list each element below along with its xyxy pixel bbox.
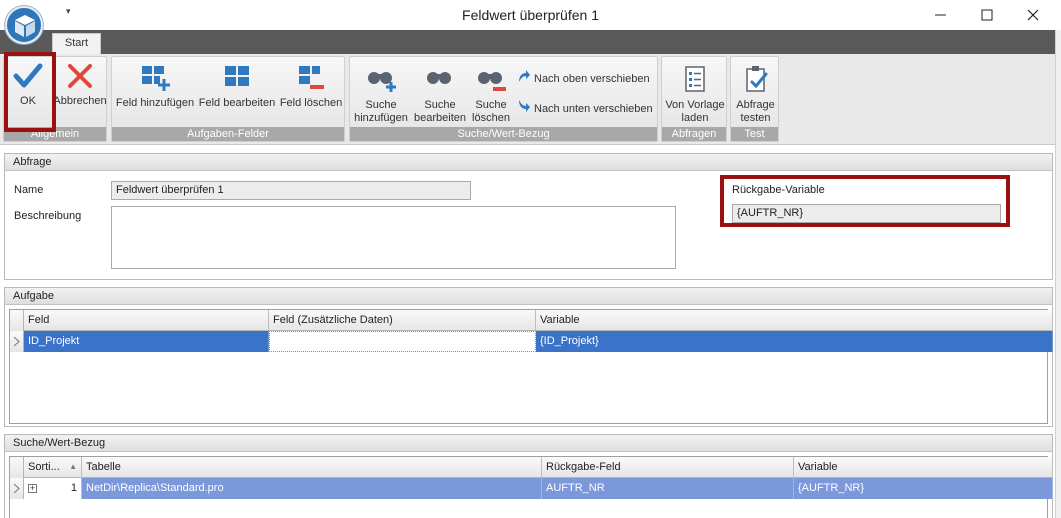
cell-sort[interactable]: + 1 xyxy=(24,478,82,499)
row-indicator xyxy=(10,331,24,352)
arrow-down-icon xyxy=(516,99,530,119)
cell-rueckgabe-feld[interactable]: AUFTR_NR xyxy=(542,478,794,499)
add-search-button[interactable]: Suche hinzufügen xyxy=(352,65,410,125)
group-label-test: Test xyxy=(731,127,778,141)
move-up-label: Nach oben verschieben xyxy=(534,72,650,85)
arrow-up-icon xyxy=(516,69,530,89)
binoculars-edit-icon xyxy=(411,65,469,95)
add-search-label-1: Suche xyxy=(365,99,397,111)
table-row[interactable]: ID_Projekt {ID_Projekt} xyxy=(10,331,1053,352)
window-title: Feldwert überprüfen 1 xyxy=(462,7,599,23)
add-field-icon xyxy=(114,63,196,93)
cell-variable[interactable]: {ID_Projekt} xyxy=(536,331,1053,352)
maximize-button[interactable] xyxy=(976,4,998,26)
ok-highlight-frame xyxy=(4,52,56,132)
test-query-button[interactable]: Abfrage testen xyxy=(732,65,779,125)
description-label: Beschreibung xyxy=(14,210,82,222)
suche-grid-header: Sorti... ▲ Tabelle Rückgabe-Feld Variabl… xyxy=(10,457,1053,478)
edit-search-button[interactable]: Suche bearbeiten xyxy=(411,65,469,125)
add-field-button[interactable]: Feld hinzufügen xyxy=(114,63,196,110)
binoculars-add-icon xyxy=(352,65,410,95)
close-button[interactable] xyxy=(1022,4,1044,26)
minimize-button[interactable] xyxy=(930,4,952,26)
tab-start[interactable]: Start xyxy=(52,33,101,54)
col-header-rueckgabe-feld[interactable]: Rückgabe-Feld xyxy=(542,457,794,478)
load-template-button[interactable]: Von Vorlage laden xyxy=(663,65,727,125)
delete-search-label-2: löschen xyxy=(472,112,510,124)
edit-field-button[interactable]: Feld bearbeiten xyxy=(197,63,277,110)
col-header-sort-label: Sorti... xyxy=(28,461,60,473)
col-header-feld-zusatz[interactable]: Feld (Zusätzliche Daten) xyxy=(269,310,536,331)
description-textarea[interactable] xyxy=(111,206,676,269)
add-field-label: Feld hinzufügen xyxy=(115,97,195,109)
cancel-button[interactable]: Abbrechen xyxy=(52,61,108,108)
name-label: Name xyxy=(14,184,44,196)
ribbon: OK Abbrechen Allgemein Feld hinzufügen F… xyxy=(0,54,1061,145)
aufgabe-panel: Aufgabe Feld Feld (Zusätzliche Daten) Va… xyxy=(4,287,1053,427)
row-indicator xyxy=(10,478,24,499)
app-logo-icon[interactable] xyxy=(5,6,43,44)
aufgabe-grid-header: Feld Feld (Zusätzliche Daten) Variable xyxy=(10,310,1053,331)
group-label-abfragen: Abfragen xyxy=(662,127,726,141)
move-down-label: Nach unten verschieben xyxy=(534,102,653,115)
suche-grid: Sorti... ▲ Tabelle Rückgabe-Feld Variabl… xyxy=(9,456,1053,518)
edit-search-label-1: Suche xyxy=(424,99,456,111)
name-field[interactable]: Feldwert überprüfen 1 xyxy=(111,181,471,200)
ribbon-tab-strip: Start xyxy=(0,30,1061,54)
delete-search-label-1: Suche xyxy=(475,99,507,111)
move-down-button[interactable]: Nach unten verschieben xyxy=(516,99,653,117)
ribbon-group-suche-wert-bezug: Suche hinzufügen Suche bearbeiten Suche … xyxy=(349,56,658,142)
delete-field-label: Feld löschen xyxy=(279,97,343,109)
aufgabe-panel-header: Aufgabe xyxy=(5,288,1052,305)
col-header-sort[interactable]: Sorti... ▲ xyxy=(24,457,82,478)
col-header-variable[interactable]: Variable xyxy=(794,457,1053,478)
ribbon-group-abfragen: Von Vorlage laden Abfragen xyxy=(661,56,727,142)
cell-tabelle[interactable]: NetDir\Replica\Standard.pro xyxy=(82,478,542,499)
cancel-x-icon xyxy=(52,61,108,91)
delete-field-icon xyxy=(279,63,343,93)
title-bar: ▾ Feldwert überprüfen 1 xyxy=(0,0,1061,44)
binoculars-delete-icon xyxy=(468,65,514,95)
return-variable-highlight-frame xyxy=(720,175,1010,227)
delete-field-button[interactable]: Feld löschen xyxy=(279,63,343,110)
abfrage-panel-header: Abfrage xyxy=(5,154,1052,171)
cell-sort-value: 1 xyxy=(70,482,77,494)
cancel-label: Abbrechen xyxy=(53,95,107,107)
group-label-aufgaben-felder: Aufgaben-Felder xyxy=(112,127,344,141)
edit-field-icon xyxy=(197,63,277,93)
add-search-label-2: hinzufügen xyxy=(354,112,408,124)
test-query-label-2: testen xyxy=(740,112,771,124)
ribbon-group-test: Abfrage testen Test xyxy=(730,56,779,142)
row-indicator-header xyxy=(10,310,24,331)
load-template-label-2: laden xyxy=(681,112,709,124)
col-header-feld[interactable]: Feld xyxy=(24,310,269,331)
col-header-tabelle[interactable]: Tabelle xyxy=(82,457,542,478)
expand-plus-icon[interactable]: + xyxy=(28,483,37,493)
aufgabe-grid: Feld Feld (Zusätzliche Daten) Variable I… xyxy=(9,309,1053,424)
move-up-button[interactable]: Nach oben verschieben xyxy=(516,69,650,87)
cell-feld-zusatz[interactable] xyxy=(269,331,536,352)
edit-search-label-2: bearbeiten xyxy=(414,112,466,124)
row-indicator-header xyxy=(10,457,24,478)
delete-search-button[interactable]: Suche löschen xyxy=(468,65,514,125)
edit-field-label: Feld bearbeiten xyxy=(198,97,276,109)
cell-variable[interactable]: {AUFTR_NR} xyxy=(794,478,1053,499)
cell-feld[interactable]: ID_Projekt xyxy=(24,331,269,352)
window-edge-scrollbar xyxy=(1055,30,1061,518)
sort-ascending-icon: ▲ xyxy=(69,462,77,471)
suche-panel-header: Suche/Wert-Bezug xyxy=(5,435,1052,452)
group-label-suche-wert-bezug: Suche/Wert-Bezug xyxy=(350,127,657,141)
ribbon-group-aufgaben-felder: Feld hinzufügen Feld bearbeiten Feld lös… xyxy=(111,56,345,142)
test-query-label-1: Abfrage xyxy=(736,99,775,111)
suche-panel: Suche/Wert-Bezug Sorti... ▲ Tabelle Rück… xyxy=(4,434,1053,518)
table-row[interactable]: + 1 NetDir\Replica\Standard.pro AUFTR_NR… xyxy=(10,478,1053,499)
template-list-icon xyxy=(663,65,727,95)
load-template-label-1: Von Vorlage xyxy=(665,99,725,111)
clipboard-check-icon xyxy=(732,65,779,95)
col-header-variable[interactable]: Variable xyxy=(536,310,1053,331)
